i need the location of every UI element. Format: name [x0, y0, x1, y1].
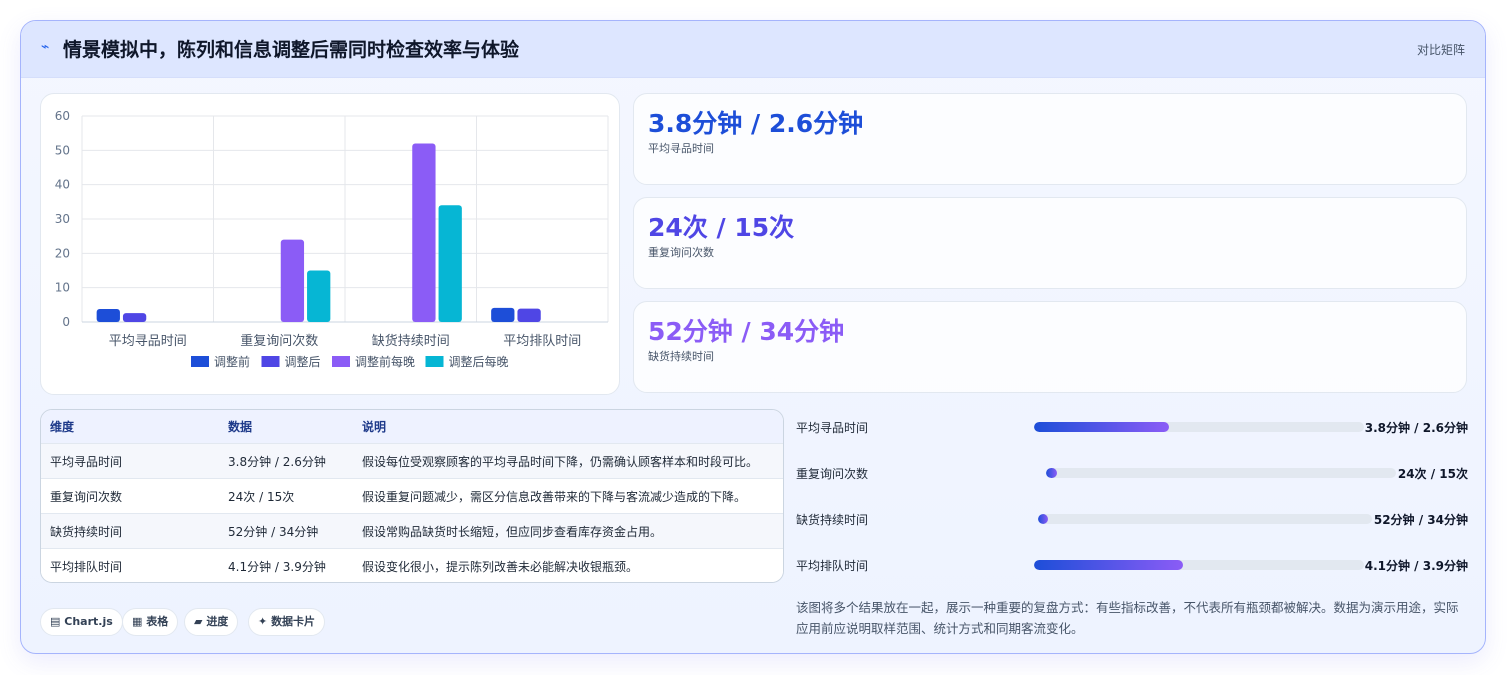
progress-track — [1034, 422, 1364, 432]
stat-card: 24次 / 15次 重复询问次数 — [633, 197, 1467, 289]
y-tick-label: 50 — [55, 143, 70, 157]
legend-label: 调整前每晚 — [355, 354, 415, 369]
table-header-cell: 说明 — [353, 410, 783, 444]
table-row: 重复询问次数 24次 / 15次 假设重复问题减少，需区分信息改善带来的下降与客… — [41, 478, 783, 514]
progress-fill — [1038, 514, 1049, 524]
table-cell: 3.8分钟 / 2.6分钟 — [219, 443, 353, 479]
table-cell: 假设重复问题减少，需区分信息改善带来的下降与客流减少造成的下降。 — [353, 478, 783, 514]
table-row: 平均寻品时间 3.8分钟 / 2.6分钟 假设每位受观察顾客的平均寻品时间下降，… — [41, 443, 783, 479]
progress-track — [1034, 560, 1364, 570]
progress-value: 4.1分钟 / 3.9分钟 — [1364, 559, 1468, 573]
stat-label: 缺货持续时间 — [648, 350, 714, 363]
x-tick-label: 缺货持续时间 — [372, 333, 450, 349]
progress-label: 重复询问次数 — [796, 467, 869, 481]
dashboard-card: ⌁ 情景模拟中，陈列和信息调整后需同时检查效率与体验 对比矩阵 0 10 20 30 4… — [20, 20, 1486, 654]
bar-chart: 0 10 20 30 40 50 60 平均寻品时间 重复询问次数 缺货持续时间 平均排队时间调整前… — [55, 109, 609, 369]
table-pill[interactable]: ▦ 表格 — [122, 608, 179, 636]
progress-row: 重复询问次数 24次 / 15次 — [796, 463, 1468, 483]
table-row: 缺货持续时间 52分钟 / 34分钟 假设常购品缺货时长缩短，但应同步查看库存资… — [41, 513, 783, 549]
table-cell: 假设常购品缺货时长缩短，但应同步查看库存资金占用。 — [353, 513, 783, 549]
progress-fill — [1046, 468, 1057, 478]
table-cell: 缺货持续时间 — [41, 513, 219, 549]
page-title: 情景模拟中，陈列和信息调整后需同时检查效率与体验 — [63, 39, 520, 61]
y-tick-label: 60 — [55, 109, 70, 123]
legend-label: 调整前 — [214, 354, 250, 369]
legend-swatch — [261, 356, 280, 367]
legend-swatch — [332, 356, 350, 367]
progress-icon: ▰ — [194, 615, 203, 628]
chartjs-pill[interactable]: ▤ Chart.js — [40, 608, 123, 636]
stat-value: 3.8分钟 / 2.6分钟 — [648, 109, 864, 138]
table-cell: 平均排队时间 — [41, 548, 219, 582]
progress-pill[interactable]: ▰ 进度 — [184, 608, 239, 636]
table-icon: ▦ — [132, 615, 143, 628]
table-header-cell: 数据 — [219, 410, 353, 444]
stat-card: 3.8分钟 / 2.6分钟 平均寻品时间 — [633, 93, 1467, 185]
pulse-icon: ⌁ — [41, 39, 50, 55]
progress-track — [1038, 514, 1372, 524]
progress-row: 平均排队时间 4.1分钟 / 3.9分钟 — [796, 555, 1468, 575]
progress-value: 24次 / 15次 — [1397, 467, 1468, 481]
progress-track — [1046, 468, 1396, 478]
legend-swatch — [425, 356, 444, 367]
legend-swatch — [191, 356, 209, 367]
x-tick-label: 重复询问次数 — [240, 333, 318, 349]
table-header-cell: 维度 — [41, 410, 219, 444]
progress-label: 缺货持续时间 — [796, 513, 869, 527]
pill-label: 数据卡片 — [271, 615, 316, 628]
y-tick-label: 0 — [62, 315, 70, 329]
table-row: 平均排队时间 4.1分钟 / 3.9分钟 假设变化很小，提示陈列改善未必能解决收… — [41, 548, 783, 582]
bar — [517, 308, 541, 322]
bar — [122, 313, 147, 322]
y-tick-label: 20 — [55, 246, 70, 260]
bar — [438, 205, 462, 322]
header-tag: 对比矩阵 — [1416, 43, 1465, 57]
pill-label: 表格 — [146, 615, 169, 628]
stat-label: 重复询问次数 — [648, 246, 714, 259]
table-cell: 假设每位受观察顾客的平均寻品时间下降，仍需确认顾客样本和时段可比。 — [353, 443, 783, 479]
y-tick-label: 30 — [55, 212, 70, 226]
progress-value: 3.8分钟 / 2.6分钟 — [1364, 421, 1468, 435]
pill-label: Chart.js — [64, 615, 113, 628]
y-tick-label: 10 — [55, 281, 70, 295]
progress-row: 平均寻品时间 3.8分钟 / 2.6分钟 — [796, 417, 1468, 437]
data-card-pill[interactable]: ✦ 数据卡片 — [248, 608, 326, 636]
bar — [412, 143, 436, 322]
y-tick-label: 40 — [55, 178, 70, 192]
stat-label: 平均寻品时间 — [648, 142, 714, 155]
card-header: ⌁ 情景模拟中，陈列和信息调整后需同时检查效率与体验 对比矩阵 — [21, 21, 1485, 78]
table-cell: 重复询问次数 — [41, 478, 219, 514]
progress-fill — [1034, 422, 1170, 432]
stat-value: 52分钟 / 34分钟 — [648, 317, 845, 346]
progress-row: 缺货持续时间 52分钟 / 34分钟 — [796, 509, 1468, 529]
table-cell: 假设变化很小，提示陈列改善未必能解决收银瓶颈。 — [353, 548, 783, 582]
legend-label: 调整后 — [285, 354, 321, 369]
data-table: 维度 数据 说明 平均寻品时间 3.8分钟 / 2.6分钟 假设每位受观察顾客的… — [40, 409, 784, 583]
stat-value: 24次 / 15次 — [648, 213, 795, 242]
chart-icon: ▤ — [50, 615, 61, 628]
x-tick-label: 平均寻品时间 — [109, 334, 187, 349]
progress-label: 平均排队时间 — [796, 559, 869, 573]
table-header-row: 维度 数据 说明 — [41, 410, 783, 444]
pill-label: 进度 — [206, 615, 229, 628]
x-tick-label: 平均排队时间 — [503, 334, 581, 349]
progress-fill — [1034, 560, 1183, 570]
summary-note: 该图将多个结果放在一起，展示一种重要的复盘方式：有些指标改善，不代表所有瓶颈都被… — [796, 600, 1459, 636]
bar — [280, 239, 305, 322]
progress-label: 平均寻品时间 — [796, 421, 869, 435]
sparkle-icon: ✦ — [258, 615, 268, 628]
legend-label: 调整后每晚 — [449, 354, 509, 369]
stat-card: 52分钟 / 34分钟 缺货持续时间 — [633, 301, 1467, 393]
table-cell: 平均寻品时间 — [41, 443, 219, 479]
chart-panel: 0 10 20 30 40 50 60 平均寻品时间 重复询问次数 缺货持续时间 平均排队时间调整前… — [40, 93, 620, 395]
table-cell: 24次 / 15次 — [219, 478, 353, 514]
table-cell: 52分钟 / 34分钟 — [219, 513, 353, 549]
bar — [491, 307, 515, 322]
table-cell: 4.1分钟 / 3.9分钟 — [219, 548, 353, 582]
progress-value: 52分钟 / 34分钟 — [1373, 513, 1468, 527]
bar — [307, 270, 331, 322]
bar — [96, 308, 120, 322]
